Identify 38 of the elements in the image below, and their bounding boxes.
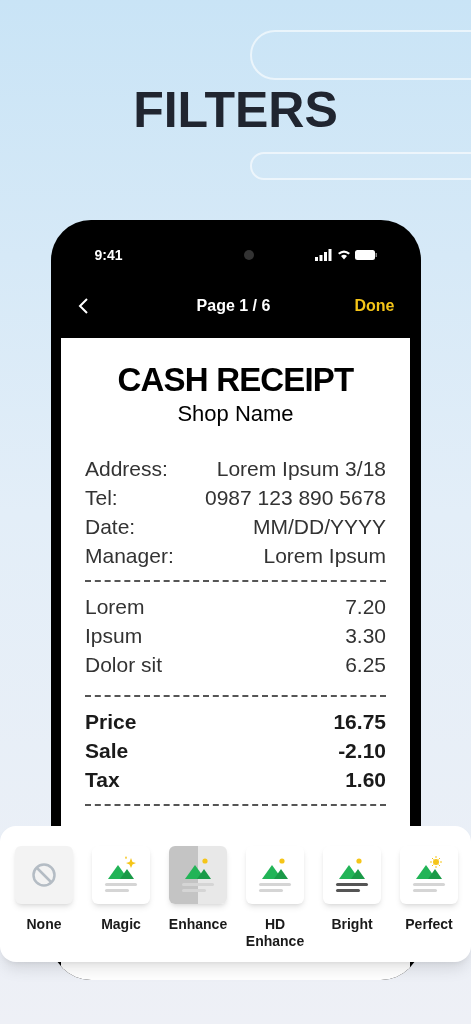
info-value: 0987 123 890 5678	[205, 485, 386, 511]
total-label: Sale	[85, 738, 129, 764]
item-label: Lorem	[85, 594, 145, 620]
item-value: 6.25	[345, 652, 386, 678]
item-value: 3.30	[345, 623, 386, 649]
total-value: 16.75	[333, 709, 386, 735]
info-value: Lorem Ipsum 3/18	[216, 456, 386, 482]
status-time: 9:41	[94, 245, 123, 265]
filter-option[interactable]: Bright	[323, 846, 381, 962]
camera-icon	[243, 250, 254, 260]
headline: FILTERS	[133, 81, 338, 140]
info-value: Lorem Ipsum	[263, 543, 386, 569]
info-label: Address:	[85, 456, 168, 482]
prohibited-icon	[31, 862, 57, 888]
total-label: Tax	[85, 767, 120, 793]
filter-option[interactable]: None	[15, 846, 73, 962]
filter-option[interactable]: Perfect	[400, 846, 458, 962]
info-value: MM/DD/YYYY	[253, 514, 386, 540]
filter-option[interactable]: HD Enhance	[246, 846, 304, 962]
item-label: Dolor sit	[85, 652, 163, 678]
signal-icon	[314, 249, 331, 261]
item-value: 7.20	[345, 594, 386, 620]
filter-option[interactable]: Enhance	[169, 846, 227, 962]
page-title: Page 1 / 6	[196, 296, 271, 316]
done-button[interactable]: Done	[354, 294, 395, 318]
item-label: Ipsum	[85, 623, 143, 649]
total-value: 1.60	[345, 767, 386, 793]
shop-name: Shop Name	[177, 400, 294, 428]
info-label: Date:	[85, 514, 136, 540]
receipt-title: CASH RECEIPT	[117, 360, 354, 400]
info-label: Manager:	[85, 543, 174, 569]
total-label: Price	[85, 709, 137, 735]
wifi-icon	[337, 250, 350, 260]
battery-icon	[354, 250, 377, 260]
back-icon[interactable]	[76, 297, 89, 315]
total-value: -2.10	[338, 738, 386, 764]
filter-option[interactable]: Magic	[92, 846, 150, 962]
info-label: Tel:	[85, 485, 118, 511]
